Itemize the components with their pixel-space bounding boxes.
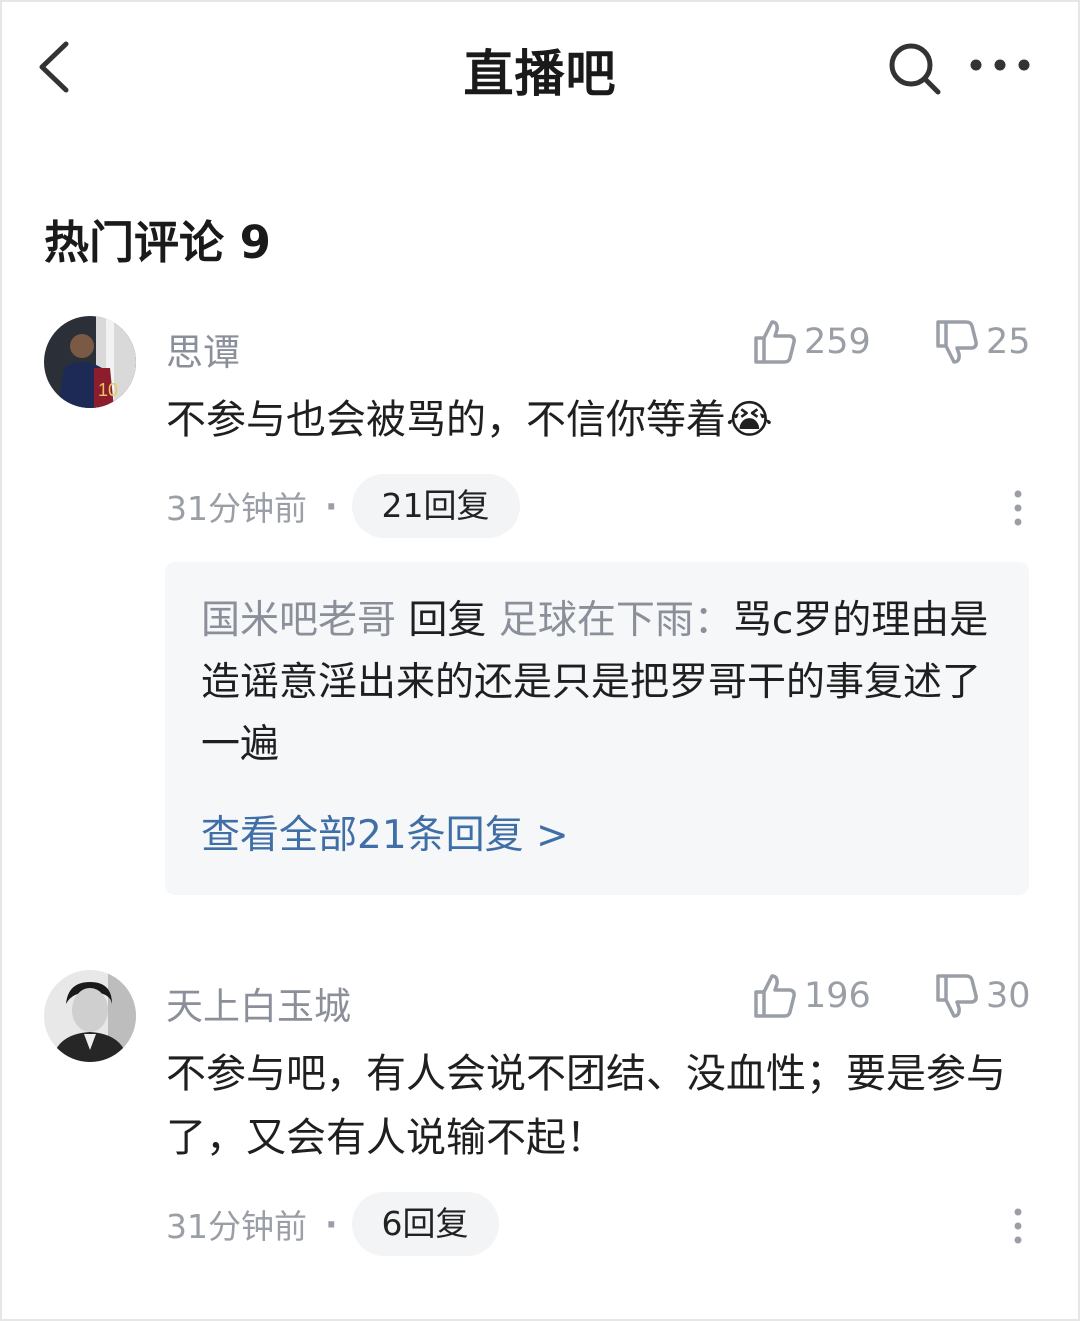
avatar[interactable]: 10 [44,316,136,408]
username[interactable]: 天上白玉城 [166,976,351,1030]
like-count: 196 [804,976,871,1016]
comment-meta: 31分钟前 · 6回复 [166,1192,499,1256]
username[interactable]: 思谭 [166,322,240,376]
reply-verb: 回复 [396,598,499,643]
like-count: 259 [804,322,871,362]
comment-text: 不参与也会被骂的，不信你等着😭 [166,388,1016,452]
dislike-button[interactable]: 25 [934,318,1031,366]
search-icon[interactable] [886,40,944,98]
like-button[interactable]: 259 [752,318,871,366]
top-bar: 直播吧 [0,0,1080,135]
more-horizontal-icon[interactable] [968,50,1032,80]
dislike-count: 25 [986,322,1031,362]
thumbs-down-icon [936,320,978,364]
dislike-count: 30 [986,976,1031,1016]
timestamp: 31分钟前 [166,489,307,528]
reply-count-button[interactable]: 21回复 [351,474,520,538]
more-vertical-icon[interactable] [1006,488,1030,528]
thumbs-up-icon [754,320,796,364]
reply-count-button[interactable]: 6回复 [351,1192,499,1256]
comment-text: 不参与吧，有人会说不团结、没血性；要是参与了，又会有人说输不起！ [166,1051,1006,1161]
dislike-button[interactable]: 30 [934,972,1031,1020]
timestamp: 31分钟前 [166,1207,307,1246]
thumbs-down-icon [936,974,978,1018]
reply-author[interactable]: 国米吧老哥 [201,598,396,643]
reply-preview-box[interactable]: 国米吧老哥 回复 足球在下雨：骂c罗的理由是造谣意淫出来的还是只是把罗哥干的事复… [165,562,1029,895]
view-all-replies-link[interactable]: 查看全部21条回复 > [201,804,569,860]
comment-body: 不参与也会被骂的，不信你等着 [166,397,726,443]
avatar[interactable] [44,970,136,1062]
comment-meta: 31分钟前 · 21回复 [166,474,520,538]
reply-target[interactable]: 足球在下雨： [499,598,733,643]
svg-text:10: 10 [98,380,118,400]
crying-emoji: 😭 [726,397,773,443]
separator-dot: · [325,1204,338,1244]
thumbs-up-icon [754,974,796,1018]
more-vertical-icon[interactable] [1006,1206,1030,1246]
separator-dot: · [325,486,338,526]
like-button[interactable]: 196 [752,972,871,1020]
reply-preview-text: 国米吧老哥 回复 足球在下雨：骂c罗的理由是造谣意淫出来的还是只是把罗哥干的事复… [201,590,1001,776]
hot-comments-title: 热门评论 9 [44,216,271,269]
